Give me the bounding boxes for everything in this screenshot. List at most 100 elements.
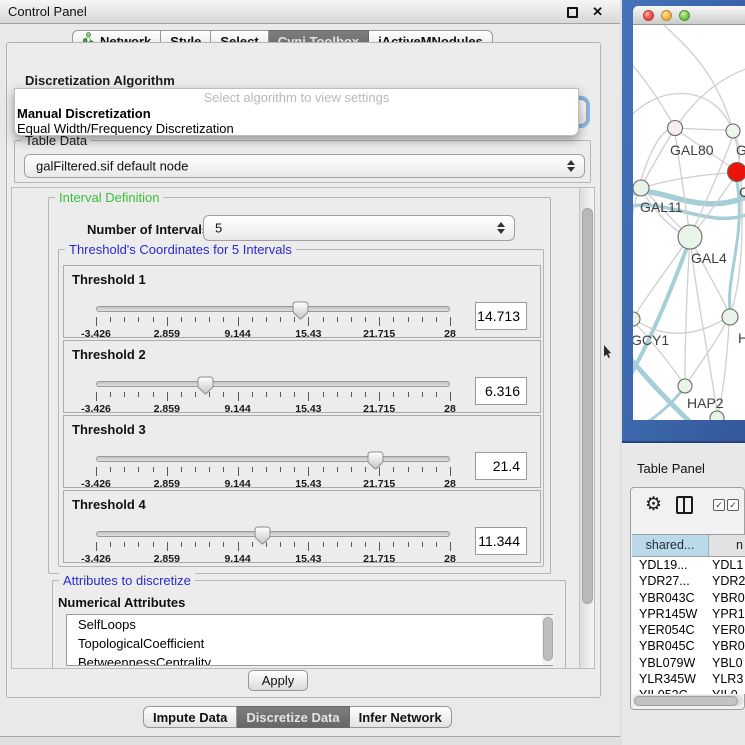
close-traffic-light-icon[interactable] [643, 10, 654, 21]
gear-icon[interactable]: ⚙ [645, 495, 662, 514]
slider-thumb[interactable] [292, 301, 309, 320]
threshold-value-field[interactable]: 6.316 [475, 377, 527, 405]
tick-label: 2.859 [154, 403, 180, 415]
slider-thumb[interactable] [197, 376, 214, 395]
table-header: shared... n [632, 534, 745, 557]
node-label: HAP2 [687, 395, 724, 411]
tick-mark [124, 392, 125, 397]
column-header-shared-name[interactable]: shared... [632, 535, 709, 556]
slider-track[interactable] [96, 381, 450, 387]
table-row[interactable]: YBR045CYBR0 [632, 638, 745, 654]
network-node[interactable] [728, 163, 745, 182]
zoom-traffic-light-icon[interactable] [679, 10, 690, 21]
threshold-slider[interactable]: -3.4262.8599.14415.4321.71528 [96, 531, 450, 563]
table-row[interactable]: YLR345WYLR3 [632, 671, 745, 687]
list-item[interactable]: TopologicalCoefficient [67, 634, 552, 653]
slider-track[interactable] [96, 306, 450, 312]
table-row[interactable]: YDR27...YDR2 [632, 573, 745, 589]
tick-label: 21.715 [363, 403, 395, 415]
network-node[interactable] [678, 379, 692, 393]
tick-mark [450, 467, 451, 476]
network-node[interactable] [633, 180, 649, 196]
list-item[interactable]: SelfLoops [67, 615, 552, 634]
table-data-combobox[interactable]: galFiltered.sif default node [24, 154, 585, 178]
horizontal-scrollbar[interactable] [633, 695, 743, 706]
table-row[interactable]: YIL052CYIL0 [632, 687, 745, 694]
cell-shared-name: YDL19... [632, 557, 709, 573]
vertical-scrollbar[interactable] [579, 188, 595, 668]
node-label: GAL4 [691, 250, 727, 266]
table-row[interactable]: YBR043CYBR0 [632, 590, 745, 606]
algorithm-dropdown-popup: Select algorithm to view settings Manual… [14, 88, 579, 136]
settings-scroll-area: Interval Definition Number of Intervals … [11, 187, 595, 669]
threshold-slider[interactable]: -3.4262.8599.14415.4321.71528 [96, 381, 450, 413]
dropdown-option-manual-discretization[interactable]: Manual Discretization [15, 106, 578, 121]
network-node[interactable] [633, 312, 640, 326]
apply-button[interactable]: Apply [248, 670, 308, 691]
slider-track[interactable] [96, 456, 450, 462]
network-node[interactable] [668, 121, 683, 136]
slider-track[interactable] [96, 531, 450, 537]
threshold-label: Threshold 1 [72, 272, 146, 287]
tick-mark [167, 317, 168, 326]
cyni-toolbox-panel: Discretization Algorithm Select algorith… [6, 42, 601, 698]
tick-mark [379, 542, 380, 551]
tick-mark [153, 467, 154, 472]
tick-mark [124, 317, 125, 322]
tick-mark [138, 317, 139, 322]
threshold-value-field[interactable]: 14.713 [475, 302, 527, 330]
slider-thumb[interactable] [254, 526, 271, 545]
network-window-titlebar[interactable] [633, 6, 745, 25]
vertical-scrollbar-thumb[interactable] [582, 208, 593, 604]
tab-impute-data[interactable]: Impute Data [143, 706, 237, 728]
tick-mark [450, 317, 451, 326]
list-scrollbar-thumb[interactable] [543, 617, 553, 661]
threshold-value-field[interactable]: 21.4 [475, 452, 527, 480]
network-node[interactable] [710, 411, 724, 420]
interval-definition-group: Interval Definition Number of Intervals … [48, 197, 551, 574]
tick-mark [379, 392, 380, 401]
close-icon[interactable]: ✕ [592, 4, 603, 20]
network-node[interactable] [726, 124, 740, 138]
column-header-name[interactable]: n [709, 535, 745, 556]
network-node[interactable] [722, 309, 738, 325]
threshold-value-field[interactable]: 11.344 [475, 527, 527, 555]
tick-mark [167, 467, 168, 476]
float-window-icon[interactable] [567, 7, 578, 18]
cell-shared-name: YER054C [632, 622, 709, 638]
number-of-intervals-combobox[interactable]: 5 [203, 215, 515, 241]
numerical-attributes-list[interactable]: SelfLoopsTopologicalCoefficientBetweenne… [66, 614, 553, 666]
network-canvas[interactable]: GAL80G.CGAL11GAL4GCY1HHAP2 [633, 25, 745, 420]
tick-mark [294, 467, 295, 472]
threshold-slider[interactable]: -3.4262.8599.14415.4321.71528 [96, 456, 450, 488]
tick-mark [422, 542, 423, 547]
tick-mark [436, 392, 437, 397]
threshold-slider[interactable]: -3.4262.8599.14415.4321.71528 [96, 306, 450, 338]
tick-mark [308, 542, 309, 551]
tick-mark [124, 467, 125, 472]
checkbox-icon[interactable]: ✓ [727, 499, 739, 511]
table-row[interactable]: YBL079WYBL0 [632, 655, 745, 671]
table-data-group: Table Data galFiltered.sif default node [14, 140, 591, 183]
table-row[interactable]: YPR145WYPR1 [632, 606, 745, 622]
tick-mark [436, 317, 437, 322]
tick-mark [153, 542, 154, 547]
tick-label: 15.43 [295, 478, 321, 490]
slider-thumb[interactable] [367, 451, 384, 470]
tick-mark [238, 317, 239, 326]
tab-discretize-data[interactable]: Discretize Data [237, 706, 349, 728]
column-view-icon[interactable] [676, 496, 693, 514]
slider-tick-labels: -3.4262.8599.14415.4321.71528 [96, 403, 450, 415]
node-label: C [739, 184, 745, 200]
list-item[interactable]: BetweennessCentrality [67, 653, 552, 666]
horizontal-scrollbar-thumb[interactable] [634, 696, 738, 706]
list-scrollbar[interactable] [542, 615, 554, 665]
dropdown-option-equal-width-frequency[interactable]: Equal Width/Frequency Discretization [15, 121, 578, 136]
checkbox-icon[interactable]: ✓ [713, 499, 725, 511]
tab-infer-network[interactable]: Infer Network [350, 706, 452, 728]
network-node[interactable] [678, 225, 702, 249]
tick-mark [266, 392, 267, 397]
table-row[interactable]: YER054CYER0 [632, 622, 745, 638]
minimize-traffic-light-icon[interactable] [661, 10, 672, 21]
table-row[interactable]: YDL19...YDL1 [632, 557, 745, 573]
